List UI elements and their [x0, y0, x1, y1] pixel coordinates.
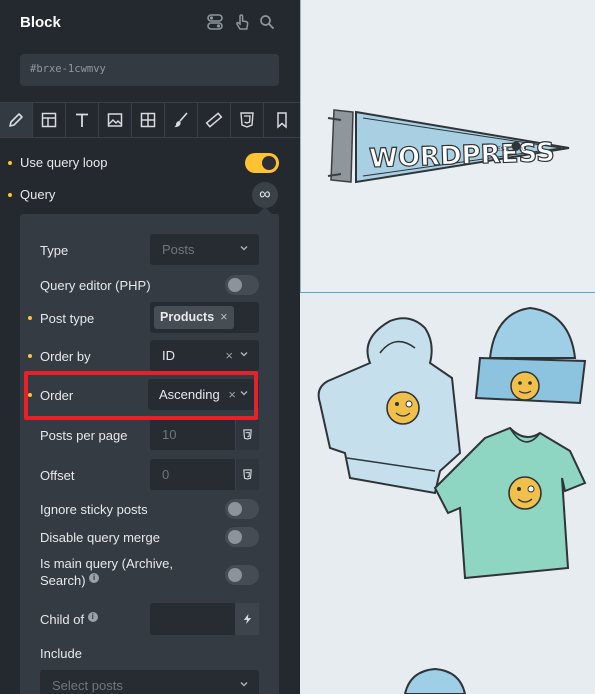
query-editor-toggle[interactable] [225, 275, 259, 295]
preview-canvas: WORDPRESS EST. 2003 [300, 0, 595, 694]
pennant-text: WORDPRESS [369, 138, 555, 174]
toggle-knob [228, 278, 242, 292]
order-highlight-box [24, 371, 258, 420]
type-label: Type [40, 243, 69, 258]
post-type-select[interactable]: Products × [150, 302, 259, 333]
grid-icon [140, 112, 156, 128]
post-type-tag-label: Products [160, 310, 215, 324]
dynamic-data-icon[interactable] [235, 459, 259, 490]
toggle-knob [228, 530, 242, 544]
infinity-icon: ∞ [259, 186, 271, 203]
child-of-input[interactable] [150, 603, 259, 635]
pennant-illustration: WORDPRESS EST. 2003 [327, 109, 570, 184]
order-by-value: ID [162, 348, 175, 363]
use-query-loop-label: Use query loop [20, 155, 108, 170]
child-of-label: Child of i [40, 611, 98, 628]
tab-typography[interactable] [66, 103, 99, 137]
is-main-query-label: Is main query (Archive, Search) i [40, 555, 173, 589]
order-by-select[interactable]: ID × [150, 340, 259, 371]
post-type-label: Post type [40, 311, 95, 326]
layout-icon [41, 112, 57, 128]
disable-merge-label: Disable query merge [40, 530, 160, 545]
posts-per-page-placeholder: 10 [162, 427, 177, 442]
posts-per-page-label: Posts per page [40, 428, 128, 443]
disable-merge-toggle[interactable] [225, 527, 259, 547]
include-select[interactable]: Select posts [40, 670, 259, 694]
changed-indicator-dot [28, 354, 32, 358]
chevron-down-icon [240, 351, 248, 357]
toggle-knob [228, 568, 242, 582]
css-id-field[interactable]: #brxe-1cwmvy [20, 54, 279, 86]
is-main-query-toggle[interactable] [225, 565, 259, 585]
child-of-label-text: Child of [40, 612, 85, 627]
tab-border[interactable] [132, 103, 165, 137]
tab-style[interactable] [165, 103, 198, 137]
posts-per-page-input[interactable]: 10 [150, 419, 259, 450]
type-placeholder: Posts [162, 242, 195, 257]
type-select[interactable]: Posts [150, 234, 259, 265]
query-editor-label: Query editor (PHP) [40, 278, 151, 293]
offset-placeholder: 0 [162, 467, 170, 482]
toggle-knob [228, 502, 242, 516]
include-placeholder: Select posts [52, 678, 123, 693]
css3-icon [240, 112, 254, 128]
changed-indicator-dot [28, 316, 32, 320]
css-id-value: #brxe-1cwmvy [30, 63, 106, 75]
merch-illustration [317, 306, 587, 694]
text-icon [76, 113, 88, 127]
ruler-icon [205, 112, 223, 128]
merch-image[interactable] [300, 293, 595, 694]
tag-remove-icon[interactable]: × [220, 310, 227, 324]
use-query-loop-row: Use query loop [0, 148, 300, 178]
ignore-sticky-label: Ignore sticky posts [40, 502, 148, 517]
dynamic-data-icon[interactable] [235, 419, 259, 450]
use-query-loop-toggle[interactable] [245, 153, 279, 173]
tab-layout[interactable] [33, 103, 66, 137]
toggle-settings-icon[interactable] [206, 13, 224, 31]
panel-title: Block [20, 14, 61, 31]
query-infinity-button[interactable]: ∞ [252, 182, 278, 208]
pennant-image[interactable]: WORDPRESS EST. 2003 [300, 0, 595, 293]
toggle-knob [262, 156, 276, 170]
bookmark-icon [277, 112, 287, 129]
search-icon[interactable] [258, 13, 276, 31]
hand-pointer-icon[interactable] [233, 13, 251, 31]
info-icon[interactable]: i [87, 611, 98, 622]
brush-icon [174, 112, 188, 128]
ignore-sticky-toggle[interactable] [225, 499, 259, 519]
include-label: Include [40, 646, 82, 661]
query-settings-popup: Type Posts Query editor (PHP) Post type … [20, 214, 279, 694]
tab-background[interactable] [99, 103, 132, 137]
tab-content[interactable] [0, 103, 33, 137]
tab-css[interactable] [231, 103, 264, 137]
changed-indicator-dot [8, 161, 12, 165]
chevron-down-icon [240, 681, 248, 687]
is-main-query-label-line1: Is main query (Archive, [40, 556, 173, 571]
tab-attributes[interactable] [264, 103, 300, 137]
changed-indicator-dot [8, 193, 12, 197]
offset-input[interactable]: 0 [150, 459, 259, 490]
builder-panel: Block #brxe-1cwmvy Use query loop Query … [0, 0, 300, 694]
info-icon[interactable]: i [89, 572, 100, 583]
dynamic-data-bolt-icon[interactable] [235, 603, 259, 635]
query-label: Query [20, 187, 56, 202]
order-by-label: Order by [40, 349, 91, 364]
control-group-tabs [0, 102, 300, 138]
clear-icon[interactable]: × [225, 348, 233, 363]
image-icon [107, 113, 123, 127]
offset-label: Offset [40, 468, 75, 483]
pencil-icon [9, 113, 23, 127]
popup-caret [258, 207, 272, 214]
chevron-down-icon [240, 245, 248, 251]
is-main-query-label-line2: Search) [40, 573, 86, 588]
post-type-tag: Products × [154, 306, 234, 329]
tab-transform[interactable] [198, 103, 231, 137]
